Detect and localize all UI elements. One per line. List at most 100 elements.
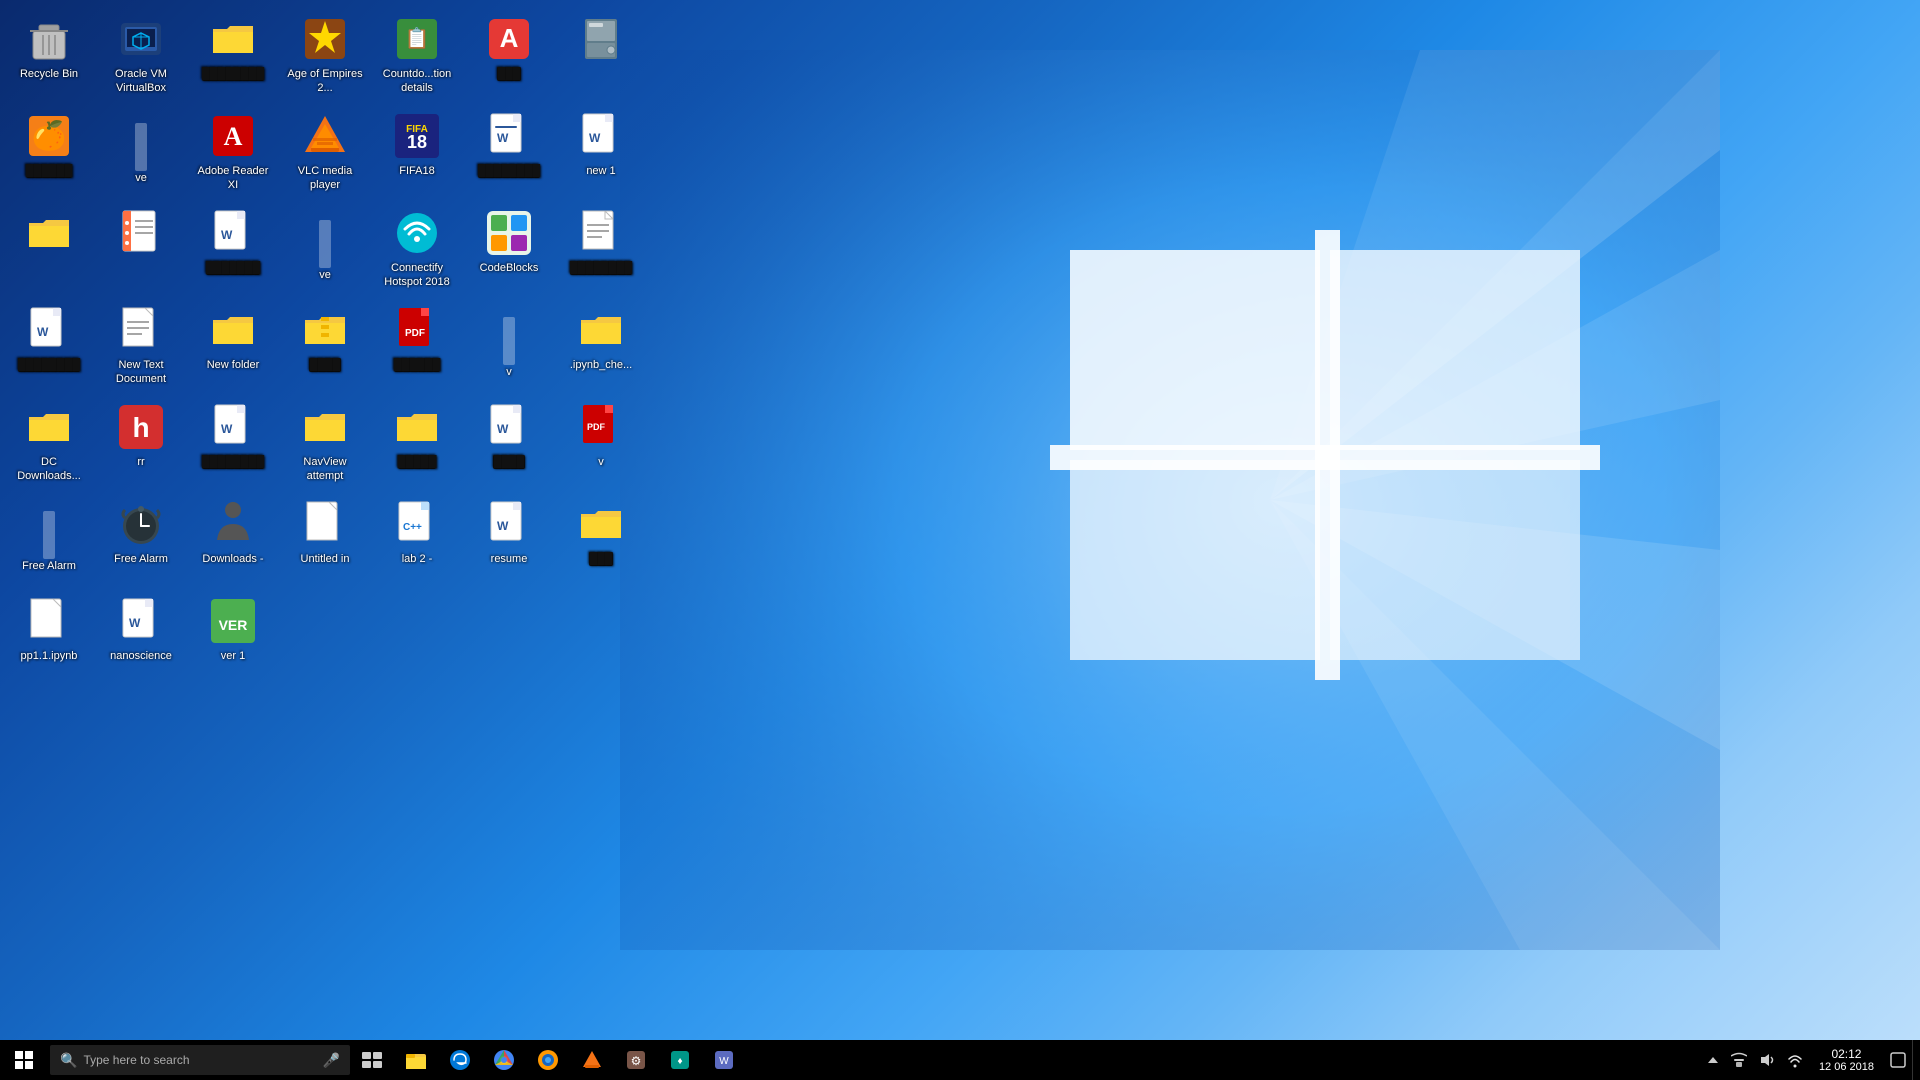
icon-zip-folder[interactable]: ████ — [281, 301, 369, 396]
icon-pp1-ipynb[interactable]: pp1.1.ipynb — [5, 592, 93, 687]
icon-resume[interactable]: W resume — [465, 495, 553, 590]
icon-notebook-proj[interactable] — [97, 204, 185, 299]
show-desktop-button[interactable] — [1912, 1040, 1920, 1080]
icon-oracle-vm[interactable]: Oracle VM VirtualBox — [97, 10, 185, 105]
icon-untitled[interactable]: Untitled in — [281, 495, 369, 590]
icon-dc-downloads[interactable]: DC Downloads... — [5, 398, 93, 493]
folder3-icon — [393, 403, 441, 451]
sep3-label: v — [506, 365, 512, 379]
icon-label-oracle-vm: Oracle VM VirtualBox — [100, 67, 182, 96]
icon-downloads2[interactable]: Downloads - — [189, 495, 277, 590]
taskbar-file-explorer[interactable] — [394, 1040, 438, 1080]
icon-word-doc5[interactable]: W ████ — [465, 398, 553, 493]
taskbar-app2[interactable]: ♦ — [658, 1040, 702, 1080]
icon-app1[interactable]: A ███ — [465, 10, 553, 105]
clock-date: 12 06 2018 — [1819, 1061, 1874, 1073]
sep1-label: ve — [135, 171, 147, 185]
icon-label-untitled: Untitled in — [301, 552, 350, 566]
icon-label-ver1: ver 1 — [221, 649, 245, 663]
connectify-icon — [393, 209, 441, 257]
untitled-icon — [301, 500, 349, 548]
icon-ipynb-che[interactable]: .ipynb_che... — [557, 301, 645, 396]
icon-label-word-doc2: ███████ — [206, 261, 261, 275]
icon-adobe-reader[interactable]: A Adobe Reader XI — [189, 107, 277, 202]
icon-codeblocks[interactable]: CodeBlocks — [465, 204, 553, 299]
svg-text:W: W — [719, 1056, 729, 1067]
icon-recycle-bin[interactable]: Recycle Bin — [5, 10, 93, 105]
icon-label-solar-power: v — [598, 455, 604, 469]
taskbar-edge[interactable] — [438, 1040, 482, 1080]
icon-label-h-app: rr — [137, 455, 144, 469]
icon-disk[interactable] — [557, 10, 645, 105]
fruit-icon: 🍊 — [25, 112, 73, 160]
icon-label-dc-downloads: DC Downloads... — [8, 455, 90, 484]
icon-label-countdown: Countdo...tion details — [376, 67, 458, 96]
svg-text:W: W — [221, 422, 233, 436]
taskbar-chrome[interactable] — [482, 1040, 526, 1080]
icon-folder1[interactable]: ████████ — [189, 10, 277, 105]
icon-fifa18[interactable]: FIFA 18 FIFA18 — [373, 107, 461, 202]
svg-text:W: W — [497, 519, 509, 533]
svg-text:PDF: PDF — [587, 422, 606, 432]
tray-speakers-icon[interactable] — [1753, 1040, 1781, 1080]
icon-word-doc3[interactable]: W ████████ — [5, 301, 93, 396]
taskbar-app1[interactable]: ⚙ — [614, 1040, 658, 1080]
icon-folder2[interactable] — [5, 204, 93, 299]
tray-network-icon[interactable] — [1725, 1040, 1753, 1080]
h-app-icon: h — [117, 403, 165, 451]
search-input[interactable] — [83, 1053, 283, 1067]
icon-pdf-doc1[interactable]: PDF ██████ — [373, 301, 461, 396]
svg-text:W: W — [497, 422, 509, 436]
svg-text:♦: ♦ — [677, 1056, 682, 1067]
start-button[interactable] — [0, 1040, 48, 1080]
folder2-icon — [25, 209, 73, 257]
folder1-icon — [209, 15, 257, 63]
oracle-vm-icon — [117, 15, 165, 63]
icon-new1[interactable]: W new 1 — [557, 107, 645, 202]
icon-ver1[interactable]: VER ver 1 — [189, 592, 277, 687]
icon-new-text-document[interactable]: New Text Document — [97, 301, 185, 396]
pp1-ipynb-icon — [25, 597, 73, 645]
svg-text:C++: C++ — [403, 522, 422, 533]
icon-folder4[interactable]: ███ — [557, 495, 645, 590]
icon-sep1: ve — [97, 107, 185, 202]
icon-free-alarm[interactable]: Free Alarm — [97, 495, 185, 590]
icon-h-app[interactable]: h rr — [97, 398, 185, 493]
taskbar: 🔍 🎤 — [0, 1040, 1920, 1080]
icon-txt-doc1[interactable]: ████████ — [557, 204, 645, 299]
icon-label-resume: resume — [491, 552, 528, 566]
word-doc5-icon: W — [485, 403, 533, 451]
icon-label-codeblocks: CodeBlocks — [480, 261, 539, 275]
icon-lab2[interactable]: C++ lab 2 - — [373, 495, 461, 590]
icon-folder3[interactable]: █████ — [373, 398, 461, 493]
codeblocks-icon — [485, 209, 533, 257]
icon-countdown[interactable]: 📋 Countdo...tion details — [373, 10, 461, 105]
free-alarm-icon — [117, 500, 165, 548]
icon-vlc[interactable]: VLC media player — [281, 107, 369, 202]
taskbar-app3[interactable]: W — [702, 1040, 746, 1080]
tray-notification-icon[interactable] — [1884, 1040, 1912, 1080]
icon-age-of-empires[interactable]: Age of Empires 2... — [281, 10, 369, 105]
clock-display[interactable]: 02:12 12 06 2018 — [1809, 1040, 1884, 1080]
search-box[interactable]: 🔍 🎤 — [50, 1045, 350, 1075]
search-icon: 🔍 — [60, 1052, 77, 1069]
icon-new-folder[interactable]: New folder — [189, 301, 277, 396]
icon-navview-attempt[interactable]: NavView attempt — [281, 398, 369, 493]
icon-fruit[interactable]: 🍊 ██████ — [5, 107, 93, 202]
icon-word-doc2[interactable]: W ███████ — [189, 204, 277, 299]
taskview-button[interactable] — [350, 1040, 394, 1080]
sep2-label: ve — [319, 268, 331, 282]
taskbar-firefox[interactable] — [526, 1040, 570, 1080]
separator4 — [43, 511, 55, 559]
icon-word-doc4[interactable]: W ████████ — [189, 398, 277, 493]
taskbar-vlc[interactable] — [570, 1040, 614, 1080]
icon-connectify[interactable]: Connectify Hotspot 2018 — [373, 204, 461, 299]
tray-wifi-icon[interactable] — [1781, 1040, 1809, 1080]
downloads2-icon — [209, 500, 257, 548]
svg-text:18: 18 — [407, 132, 427, 152]
icon-sep3: v — [465, 301, 553, 396]
tray-chevron-up[interactable] — [1701, 1040, 1725, 1080]
icon-word-doc1[interactable]: W ████████ — [465, 107, 553, 202]
icon-solar-power[interactable]: PDF v — [557, 398, 645, 493]
icon-nanoscience[interactable]: W nanoscience — [97, 592, 185, 687]
